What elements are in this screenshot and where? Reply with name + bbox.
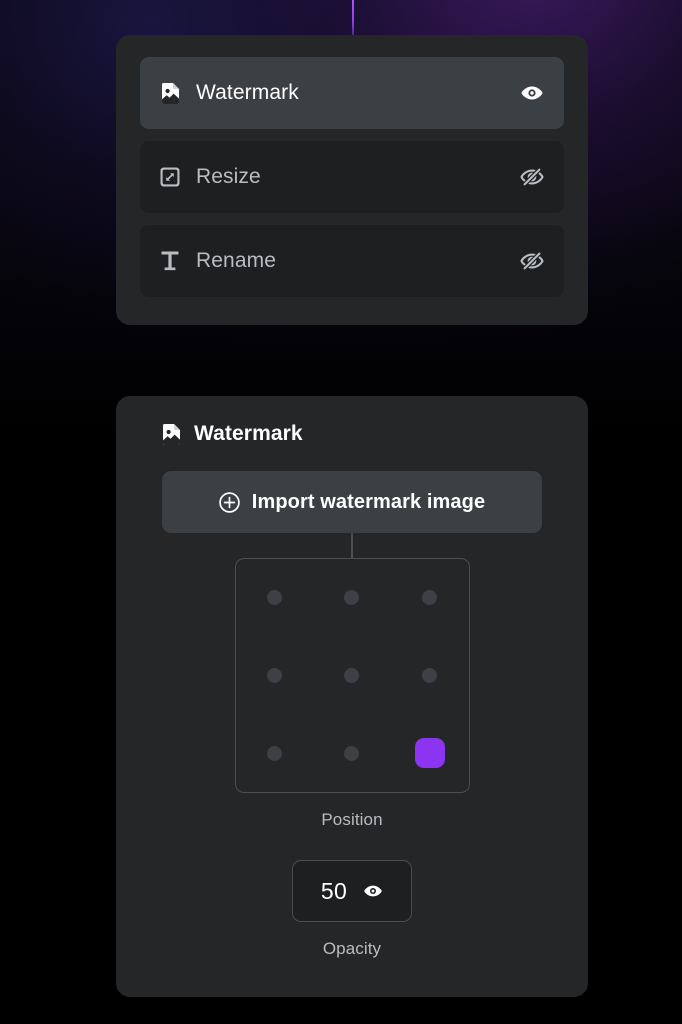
step-label: Rename bbox=[196, 249, 276, 272]
position-dot bbox=[344, 590, 360, 606]
opacity-caption: Opacity bbox=[322, 939, 382, 958]
import-button-label: Import watermark image bbox=[251, 490, 486, 513]
text-t-icon bbox=[160, 250, 180, 272]
position-cell-top-center[interactable] bbox=[313, 559, 391, 637]
position-dot bbox=[422, 667, 438, 683]
eye-off-icon[interactable] bbox=[518, 163, 546, 191]
step-row-watermark[interactable]: Watermark bbox=[140, 57, 564, 129]
watermark-settings-panel: Watermark Import watermark image Positio… bbox=[116, 396, 588, 997]
position-cell-middle-right[interactable] bbox=[391, 637, 469, 715]
position-cell-middle-left[interactable] bbox=[236, 637, 314, 715]
step-row-rename[interactable]: Rename bbox=[140, 225, 564, 297]
eye-off-icon[interactable] bbox=[518, 247, 546, 275]
position-grid[interactable] bbox=[234, 558, 470, 793]
page-title: Watermark bbox=[194, 422, 303, 445]
panel-header: Watermark bbox=[140, 422, 564, 446]
position-setting: Position bbox=[140, 558, 564, 830]
step-label: Resize bbox=[196, 165, 261, 188]
position-dot bbox=[422, 590, 438, 606]
opacity-value: 50 bbox=[320, 877, 348, 904]
opacity-setting: 50 Opacity bbox=[140, 860, 564, 959]
position-cell-bottom-left[interactable] bbox=[236, 714, 314, 792]
pipeline-steps-panel: Watermark Resize Rename bbox=[116, 35, 588, 325]
eye-icon[interactable] bbox=[363, 881, 383, 901]
position-cell-top-left[interactable] bbox=[236, 559, 314, 637]
position-cell-top-right[interactable] bbox=[391, 559, 469, 637]
step-row-resize[interactable]: Resize bbox=[140, 141, 564, 213]
position-caption: Position bbox=[321, 810, 383, 829]
position-dot bbox=[266, 667, 282, 683]
position-dot bbox=[266, 590, 282, 606]
position-cell-bottom-right[interactable] bbox=[391, 714, 469, 792]
eye-icon[interactable] bbox=[518, 79, 546, 107]
top-connector-line bbox=[352, 0, 354, 36]
step-label: Watermark bbox=[196, 81, 299, 104]
position-dot bbox=[344, 667, 360, 683]
opacity-input[interactable]: 50 bbox=[292, 860, 412, 922]
image-file-icon bbox=[162, 423, 181, 445]
position-cell-middle-center[interactable] bbox=[313, 637, 391, 715]
position-cell-bottom-center[interactable] bbox=[313, 714, 391, 792]
plus-circle-icon bbox=[219, 491, 240, 513]
image-file-icon bbox=[160, 82, 180, 104]
connector-line bbox=[351, 533, 353, 558]
position-dot bbox=[266, 745, 282, 761]
resize-arrows-icon bbox=[160, 166, 180, 188]
position-dot bbox=[344, 745, 360, 761]
import-watermark-image-button[interactable]: Import watermark image bbox=[162, 471, 542, 533]
position-dot-selected bbox=[414, 738, 445, 769]
